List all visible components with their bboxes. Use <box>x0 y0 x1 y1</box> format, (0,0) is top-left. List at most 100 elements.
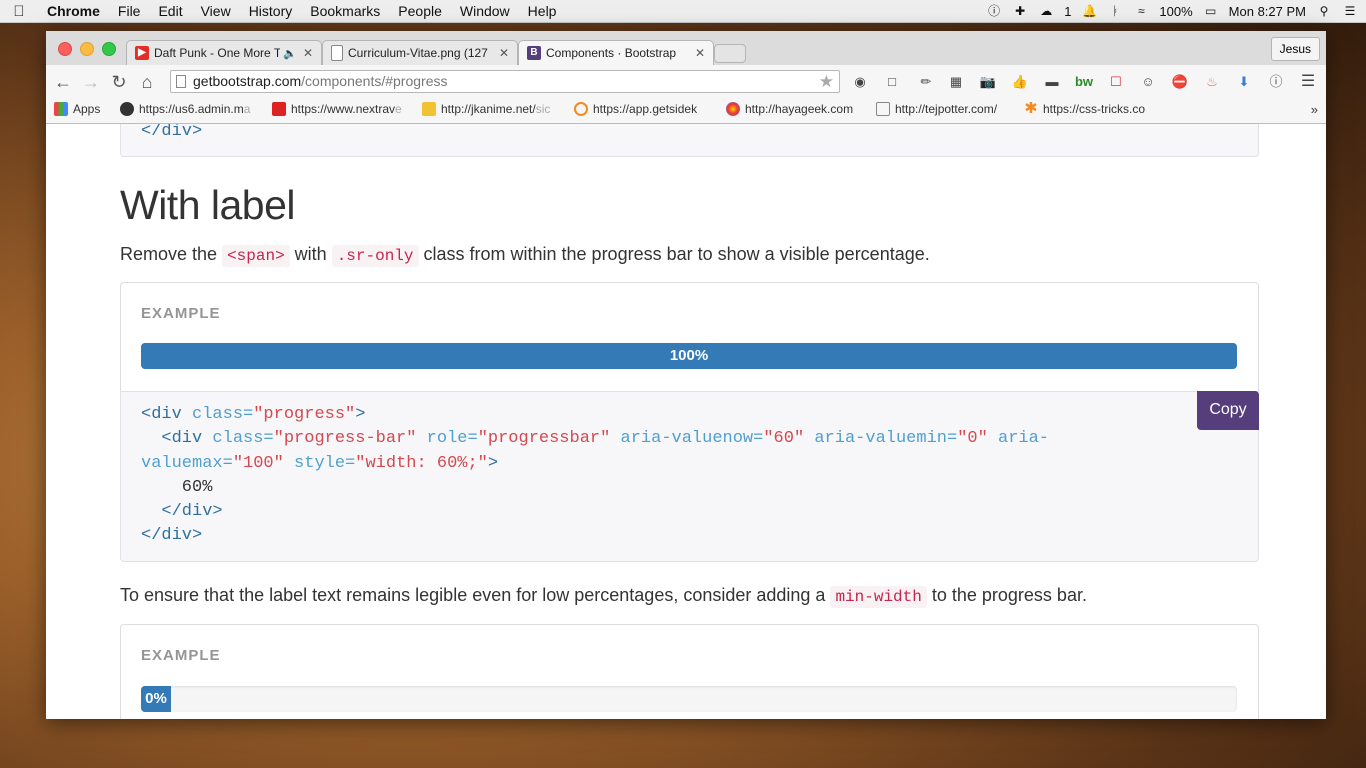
home-icon[interactable]: ⌂ <box>136 71 158 93</box>
page-icon <box>176 75 186 88</box>
bookmark-label: Apps <box>73 102 101 116</box>
code-token: class= <box>181 405 254 424</box>
browser-toolbar: ← → ↻ ⌂ getbootstrap.com/components/#pro… <box>46 65 1326 98</box>
url-path: /components/#progress <box>301 73 448 89</box>
progress-bar-container: 0% <box>141 686 1237 712</box>
bookmark-item[interactable]: http://jkanime.net/sic <box>422 102 562 116</box>
apple-icon[interactable]:  <box>0 3 38 20</box>
minimize-window-button[interactable] <box>80 42 94 56</box>
forward-arrow-icon[interactable]: → <box>80 71 102 93</box>
bookmark-item[interactable]: http://hayageek.com <box>726 102 858 116</box>
battery-percent: 100% <box>1159 3 1193 19</box>
menu-history[interactable]: History <box>240 3 302 19</box>
progress-bar: 0% <box>141 686 171 712</box>
bookmark-star-icon[interactable]: ★ <box>819 71 834 92</box>
meter-extension-icon[interactable]: ▬ <box>1042 72 1062 92</box>
reload-icon[interactable]: ↻ <box>108 71 130 93</box>
zoom-window-button[interactable] <box>102 42 116 56</box>
menu-people[interactable]: People <box>389 3 451 19</box>
onepassword-icon[interactable]: ⓘ <box>986 4 1002 18</box>
youtube-icon: ▶ <box>135 46 149 60</box>
eyedropper-extension-icon[interactable]: ✏ <box>916 72 936 92</box>
text: class from within the progress bar to sh… <box>418 244 930 264</box>
bookmark-item[interactable]: http://tejpotter.com/ <box>876 102 1012 116</box>
menu-bookmarks[interactable]: Bookmarks <box>301 3 389 19</box>
progress-bar: 100% <box>141 343 1237 369</box>
nextrav-icon <box>272 102 286 116</box>
page-icon <box>876 102 890 116</box>
bookmark-fade: sic <box>535 102 551 116</box>
adblock-extension-icon[interactable]: ⛔ <box>1170 72 1190 92</box>
menu-view[interactable]: View <box>192 3 240 19</box>
chrome-window: ▶ Daft Punk - One More T 🔈 ✕ Curriculum-… <box>46 31 1326 719</box>
code-token: style= <box>283 453 356 473</box>
code-token: "progress" <box>253 405 356 424</box>
wifi-icon[interactable]: ≈ <box>1133 4 1149 18</box>
apps-grid-icon <box>54 102 68 116</box>
tab-title: Components · Bootstrap <box>546 46 677 60</box>
bookmark-apps[interactable]: Apps <box>54 102 100 116</box>
spotlight-search-icon[interactable]: ⚲ <box>1316 4 1332 18</box>
emoji-extension-icon[interactable]: ☺ <box>1138 72 1158 92</box>
download-extension-icon[interactable]: ⬇ <box>1234 72 1254 92</box>
code-token: > <box>487 453 499 473</box>
tab-components-bootstrap[interactable]: B Components · Bootstrap ✕ <box>518 40 714 65</box>
example-label: EXAMPLE <box>141 647 221 664</box>
menubar-clock[interactable]: Mon 8:27 PM <box>1229 4 1306 19</box>
bluetooth-icon[interactable]: ᛓ <box>1107 4 1123 18</box>
close-tab-icon[interactable]: ✕ <box>695 46 705 60</box>
ruler-extension-icon[interactable]: ▦ <box>946 72 966 92</box>
fire-extension-icon[interactable]: ♨ <box>1202 72 1222 92</box>
new-tab-button[interactable] <box>714 44 746 63</box>
notification-center-icon[interactable]: ☰ <box>1342 4 1358 18</box>
facebook-like-extension-icon[interactable]: 👍 <box>1010 72 1030 92</box>
address-bar[interactable]: getbootstrap.com/components/#progress ★ <box>170 70 840 93</box>
plus-cross-icon[interactable]: ✚ <box>1012 4 1028 18</box>
tab-curriculum-vitae[interactable]: Curriculum-Vitae.png (127 ✕ <box>322 40 518 65</box>
bookmarks-overflow-icon[interactable]: » <box>1311 102 1318 117</box>
example-panel: EXAMPLE 0% <box>120 624 1259 719</box>
menu-help[interactable]: Help <box>519 3 566 19</box>
notification-bell-icon[interactable]: 🔔 <box>1081 4 1097 18</box>
menu-app-name[interactable]: Chrome <box>38 3 109 19</box>
color-picker-extension-icon[interactable]: ◉ <box>850 72 870 92</box>
close-tab-icon[interactable]: ✕ <box>499 46 509 60</box>
back-arrow-icon[interactable]: ← <box>52 71 74 93</box>
code-token: "progress-bar" <box>273 429 417 449</box>
code-token: "0" <box>957 429 988 449</box>
macos-menubar:  Chrome File Edit View History Bookmark… <box>0 0 1366 23</box>
getsidekick-icon <box>574 102 588 116</box>
code-token: "width: 60%;" <box>355 453 488 473</box>
camera-extension-icon[interactable]: 📷 <box>978 72 998 92</box>
close-window-button[interactable] <box>58 42 72 56</box>
tab-daft-punk[interactable]: ▶ Daft Punk - One More T 🔈 ✕ <box>126 40 322 65</box>
tab-title: Daft Punk - One More T <box>154 46 281 60</box>
chrome-menu-icon[interactable]: ☰ <box>1298 72 1318 92</box>
bookmark-item[interactable]: https://www.nextrav e <box>272 102 408 116</box>
menu-window[interactable]: Window <box>451 3 519 19</box>
menu-edit[interactable]: Edit <box>149 3 191 19</box>
profile-button[interactable]: Jesus <box>1270 37 1320 61</box>
bookmark-label: http://jkanime.net/ <box>441 102 536 116</box>
bookmark-label: https://www.nextrav <box>291 102 396 116</box>
copy-button[interactable]: Copy <box>1197 391 1259 430</box>
bookmark-item[interactable]: ✱ https://css-tricks.co <box>1024 102 1158 116</box>
code-token: 60% <box>141 477 213 497</box>
bookmark-item[interactable]: https://app.getsidek <box>574 102 706 116</box>
bookmark-label: http://tejpotter.com/ <box>895 102 998 116</box>
builtwith-extension-icon[interactable]: bw <box>1074 72 1094 92</box>
jkanime-icon <box>422 102 436 116</box>
code-token: > <box>355 405 366 424</box>
menu-file[interactable]: File <box>109 3 150 19</box>
battery-icon[interactable]: ▭ <box>1203 4 1219 18</box>
creative-cloud-icon[interactable]: ☁ <box>1038 4 1054 18</box>
tag-extension-icon[interactable]: ☐ <box>1106 72 1126 92</box>
screenshot-extension-icon[interactable]: □ <box>882 72 902 92</box>
close-tab-icon[interactable]: ✕ <box>303 46 313 60</box>
code-token: "progressbar" <box>477 429 611 449</box>
code-block[interactable]: <div class="progress"> <div class="progr… <box>141 403 1049 549</box>
info-extension-icon[interactable]: ⓘ <box>1266 72 1286 92</box>
inline-code: .sr-only <box>331 245 419 267</box>
bookmark-item[interactable]: https://us6.admin.m a <box>120 102 260 116</box>
creative-cloud-count: 1 <box>1064 3 1072 19</box>
